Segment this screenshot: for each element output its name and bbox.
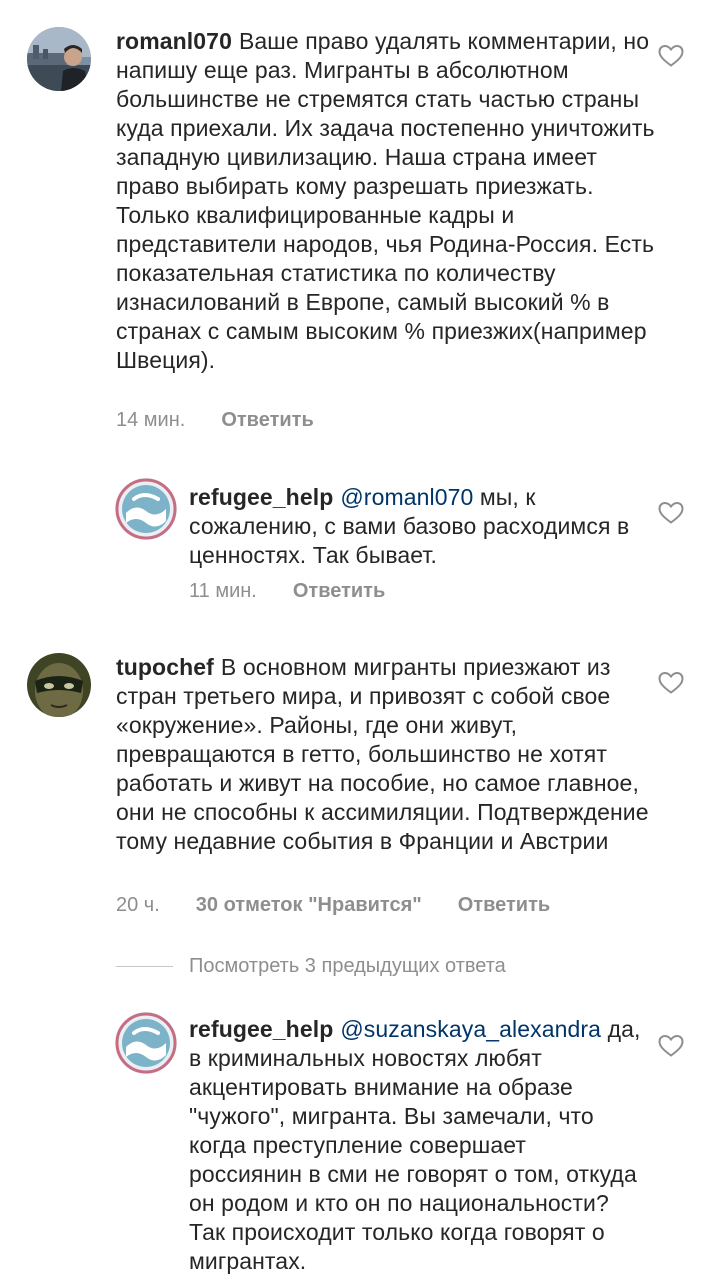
divider <box>116 966 173 967</box>
comment-text: Ваше право удалять комментарии, но напиш… <box>116 28 655 373</box>
comment-mention[interactable]: @romanl070 <box>340 484 473 510</box>
avatar[interactable] <box>27 27 91 91</box>
view-previous-replies[interactable]: Посмотреть 3 предыдущих ответа <box>116 955 506 978</box>
reply-button[interactable]: Ответить <box>293 580 385 603</box>
reply-button[interactable]: Ответить <box>458 894 550 917</box>
comment-username[interactable]: refugee_help <box>189 1016 333 1042</box>
comment-meta: 20 ч. 30 отметок "Нравится" Ответить <box>116 894 550 917</box>
likes-count[interactable]: 30 отметок "Нравится" <box>196 894 422 917</box>
comment-text: да, в криминальных новостях любят акцент… <box>189 1016 641 1274</box>
comment-username[interactable]: refugee_help <box>189 484 333 510</box>
comment-time: 11 мин. <box>189 580 257 602</box>
heart-icon[interactable] <box>658 44 684 68</box>
comment-meta: 11 мин. Ответить <box>189 580 385 603</box>
comment-mention[interactable]: @suzanskaya_alexandra <box>340 1016 601 1042</box>
comment-username[interactable]: romanl070 <box>116 28 232 54</box>
heart-icon[interactable] <box>658 1034 684 1058</box>
comment-time: 20 ч. <box>116 894 160 916</box>
comment-body: refugee_help @romanl070 мы, к сожалению, … <box>189 483 659 570</box>
avatar[interactable] <box>114 477 178 541</box>
comment-body: tupochef В основном мигранты приезжают из… <box>116 653 656 856</box>
view-replies-label[interactable]: Посмотреть 3 предыдущих ответа <box>189 955 506 978</box>
comment-time: 14 мин. <box>116 409 186 431</box>
comment-body: romanl070 Ваше право удалять комментарии,… <box>116 27 656 375</box>
comment-username[interactable]: tupochef <box>116 654 214 680</box>
reply-button[interactable]: Ответить <box>221 409 313 432</box>
heart-icon[interactable] <box>658 501 684 525</box>
avatar[interactable] <box>27 653 91 717</box>
avatar[interactable] <box>114 1011 178 1075</box>
comment-body: refugee_help @suzanskaya_alexandra да, в … <box>189 1015 644 1276</box>
heart-icon[interactable] <box>658 671 684 695</box>
comment-text: В основном мигранты приезжают из стран т… <box>116 654 649 854</box>
comment-meta: 14 мин. Ответить <box>116 409 314 432</box>
